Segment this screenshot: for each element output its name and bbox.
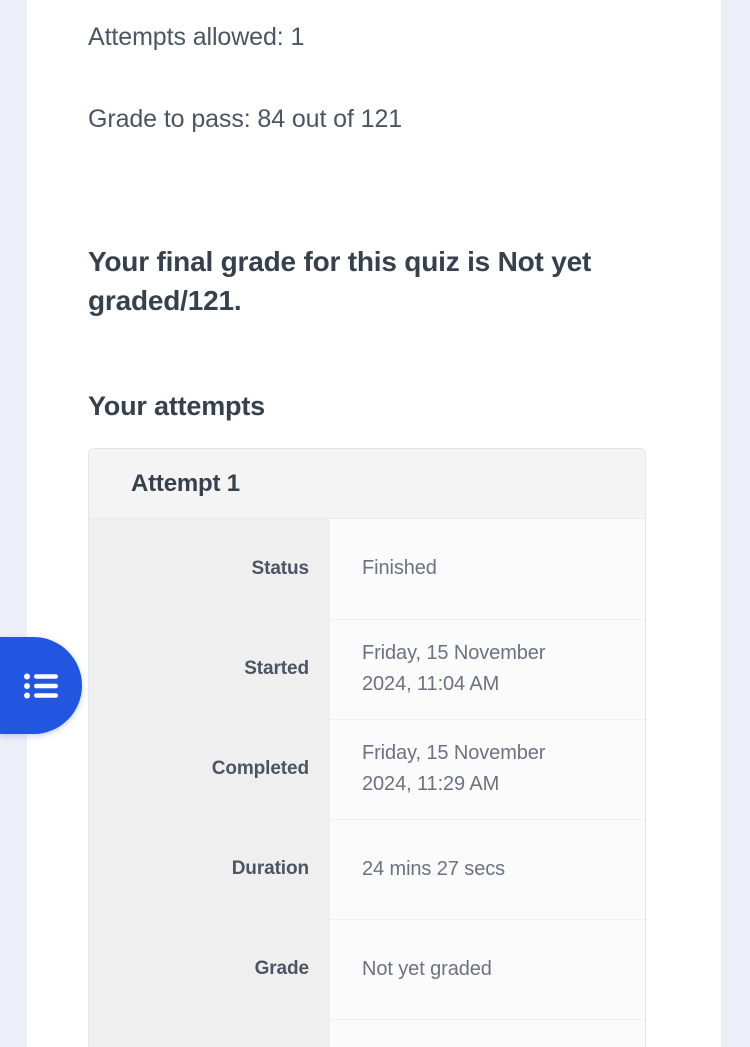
row-value-line: Finished: [362, 557, 437, 580]
row-value-line: Not yet graded: [362, 957, 492, 980]
row-value-status: Finished: [330, 519, 645, 619]
table-row: Status Finished: [89, 519, 645, 619]
attempt-card-header: Attempt 1: [89, 449, 645, 519]
row-value-line: 2024, 11:04 AM: [362, 673, 500, 695]
table-row: Started Friday, 15 November 2024, 11:04 …: [89, 618, 645, 719]
row-label-duration: Duration: [89, 819, 330, 919]
attempt-details-table: Status Finished Started Friday, 15 Novem…: [89, 519, 645, 1047]
row-label-partial: [89, 1019, 330, 1047]
row-value-started: Friday, 15 November 2024, 11:04 AM: [330, 618, 645, 719]
row-value-line: Friday, 15 November: [362, 642, 546, 664]
row-value-duration: 24 mins 27 secs: [330, 818, 645, 919]
table-row: Duration 24 mins 27 secs: [89, 818, 645, 919]
row-value-line: 24 mins 27 secs: [362, 857, 506, 880]
row-value-line: 2024, 11:29 AM: [362, 773, 500, 795]
grade-to-pass-text: Grade to pass: 84 out of 121: [88, 105, 403, 133]
row-value-completed: Friday, 15 November 2024, 11:29 AM: [330, 718, 645, 819]
row-value-line: Friday, 15 November: [362, 742, 546, 764]
row-value-grade: Not yet graded: [330, 918, 645, 1019]
row-label-started: Started: [89, 619, 330, 719]
table-row-partial: [89, 1018, 645, 1047]
content-sheet: Attempts allowed: 1 Grade to pass: 84 ou…: [27, 0, 722, 1047]
attempt-card: Attempt 1 Status Finished Started Friday…: [88, 448, 646, 1047]
final-grade-heading: Your final grade for this quiz is Not ye…: [88, 246, 592, 316]
row-label-status: Status: [89, 519, 330, 619]
list-icon: [24, 673, 58, 698]
attempt-card-title: Attempt 1: [131, 469, 240, 497]
page-viewport: Attempts allowed: 1 Grade to pass: 84 ou…: [0, 0, 750, 1047]
table-row: Grade Not yet graded: [89, 918, 645, 1019]
row-label-completed: Completed: [89, 719, 330, 819]
attempts-allowed-text: Attempts allowed: 1: [88, 23, 305, 51]
your-attempts-heading: Your attempts: [88, 391, 265, 421]
row-label-grade: Grade: [89, 919, 330, 1019]
table-row: Completed Friday, 15 November 2024, 11:2…: [89, 718, 645, 819]
row-value-partial: [330, 1018, 645, 1047]
